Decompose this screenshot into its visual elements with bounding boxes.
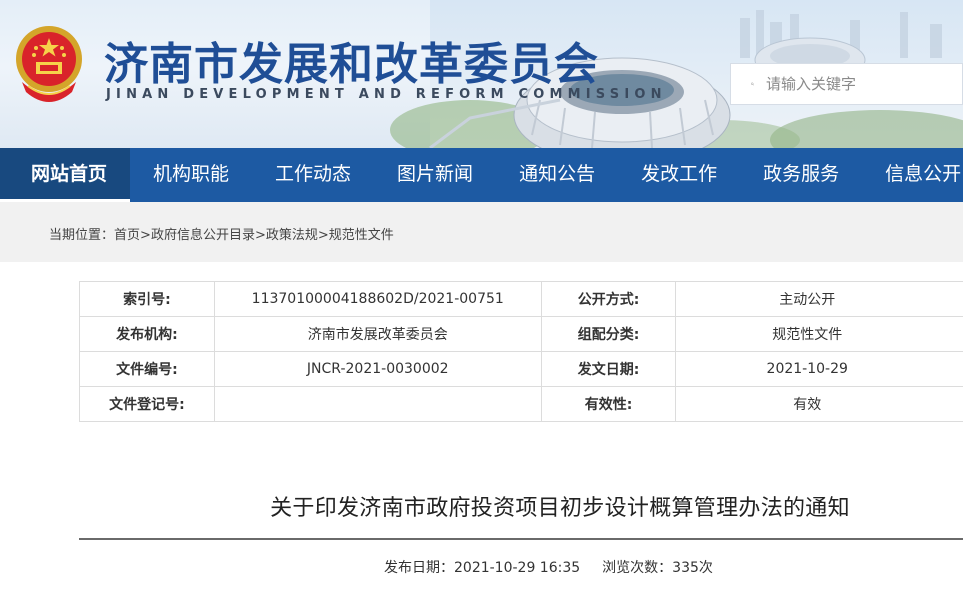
article-title: 关于印发济南市政府投资项目初步设计概算管理办法的通知 [270,496,850,521]
publish-date-label: 发布日期： [384,560,454,576]
search-input[interactable] [764,74,962,94]
nav-item-home[interactable]: 网站首页 [0,148,131,202]
nav-item-services[interactable]: 政务服务 [740,148,862,202]
breadcrumb-separator: > [254,228,266,243]
breadcrumb: 当期位置：首页>政府信息公开目录>政策法规>规范性文件 [49,224,394,243]
info-key: 文件登记号: [79,386,215,422]
search-box[interactable] [730,63,963,105]
nav-item-work[interactable]: 发改工作 [618,148,740,202]
document-info-table: 索引号: 11370100004188602D/2021-00751 公开方式:… [79,281,963,422]
info-value: JNCR-2021-0030002 [213,351,542,387]
view-count-label: 浏览次数： [602,560,673,576]
breadcrumb-separator: > [140,228,151,243]
nav-item-news[interactable]: 工作动态 [252,148,374,202]
breadcrumb-link-directory[interactable]: 政府信息公开目录 [151,228,255,243]
info-key: 有效性: [540,386,677,422]
breadcrumb-bar: 当期位置：首页>政府信息公开目录>政策法规>规范性文件 [0,202,963,262]
table-row: 文件登记号: 有效性: 有效 [79,386,963,422]
nav-item-notices[interactable]: 通知公告 [496,148,618,202]
article-meta: 发布日期：2021-10-29 16:35 浏览次数：335次 [384,557,713,577]
site-title[interactable]: 济南市发展和改革委员会 [104,28,599,92]
info-value: 济南市发展改革委员会 [213,316,542,352]
publish-date: 2021-10-29 16:35 [454,560,581,576]
table-row: 索引号: 11370100004188602D/2021-00751 公开方式:… [79,281,963,317]
info-key: 公开方式: [540,281,677,317]
info-value: 11370100004188602D/2021-00751 [213,281,542,317]
main-nav: 网站首页 机构职能 工作动态 图片新闻 通知公告 发改工作 政务服务 信息公开 [0,148,963,202]
info-value [213,386,542,422]
search-icon[interactable] [751,73,754,95]
info-key: 发文日期: [540,351,677,387]
info-value: 主动公开 [675,281,963,317]
site-header: 济南市发展和改革委员会 JINAN DEVELOPMENT AND REFORM… [0,0,963,148]
nav-item-disclosure[interactable]: 信息公开 [862,148,963,202]
info-key: 发布机构: [79,316,215,352]
info-key: 索引号: [79,281,215,317]
info-value: 2021-10-29 [675,351,963,387]
breadcrumb-link-policies[interactable]: 政策法规 [266,228,318,243]
national-emblem-icon [16,26,82,102]
breadcrumb-link-home[interactable]: 首页 [114,228,140,243]
breadcrumb-link-normative-docs[interactable]: 规范性文件 [329,228,394,243]
breadcrumb-separator: > [317,228,329,243]
info-value: 有效 [675,386,963,422]
breadcrumb-prefix: 当期位置： [49,228,115,243]
title-divider [79,538,963,540]
info-value: 规范性文件 [675,316,963,352]
nav-item-functions[interactable]: 机构职能 [130,148,252,202]
table-row: 发布机构: 济南市发展改革委员会 组配分类: 规范性文件 [79,316,963,352]
table-row: 文件编号: JNCR-2021-0030002 发文日期: 2021-10-29 [79,351,963,387]
view-count: 335次 [672,560,713,576]
site-subtitle: JINAN DEVELOPMENT AND REFORM COMMISSION [106,87,667,102]
info-key: 文件编号: [79,351,215,387]
nav-item-photo-news[interactable]: 图片新闻 [374,148,496,202]
info-key: 组配分类: [540,316,677,352]
